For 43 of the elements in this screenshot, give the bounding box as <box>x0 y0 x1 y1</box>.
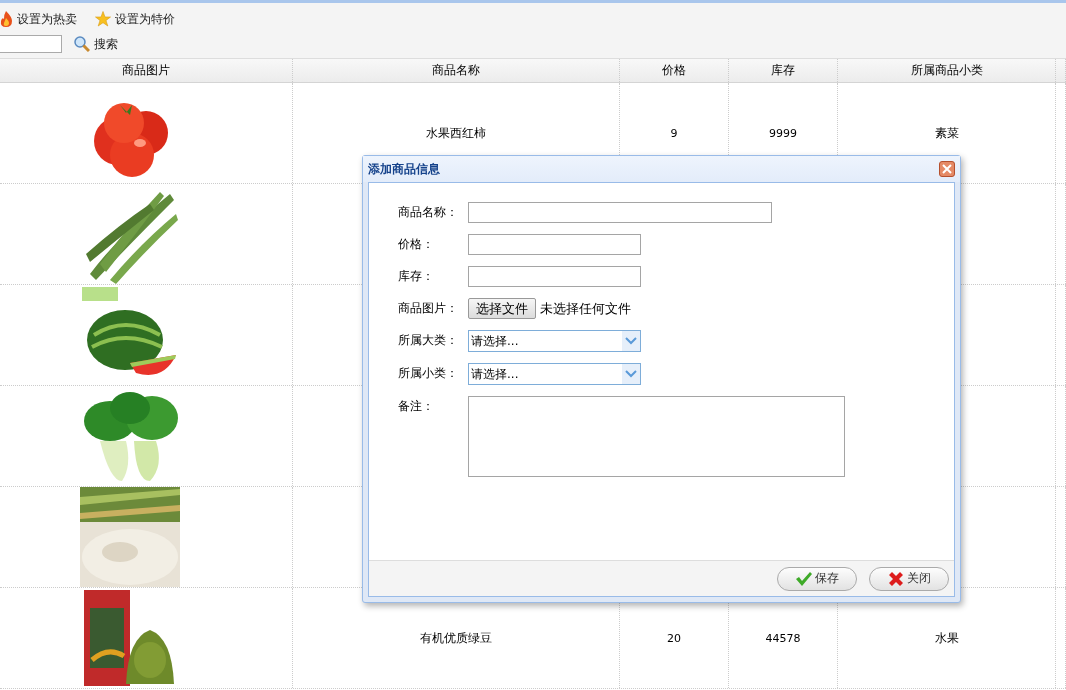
select-dropdown[interactable]: 请选择... <box>468 363 641 385</box>
column-header: 商品名称 <box>432 62 480 79</box>
field-label: 所属小类： <box>398 365 459 382</box>
star-icon <box>95 11 111 27</box>
save-button[interactable]: 保存 <box>777 566 857 591</box>
field-label: 价格： <box>398 236 435 253</box>
stock-value: 44578 <box>765 631 801 645</box>
select-dropdown[interactable]: 请选择... <box>468 330 641 352</box>
chevron-down-icon <box>625 370 637 378</box>
column-header: 所属商品小类 <box>910 62 983 79</box>
product-name: 有机优质绿豆 <box>420 629 492 647</box>
search-icon <box>74 36 90 52</box>
subcategory-value: 水果 <box>934 629 959 647</box>
subcategory-value: 素菜 <box>934 124 959 142</box>
product-name: 水果西红柿 <box>426 124 486 142</box>
toolbar-button[interactable]: 设置为热卖 <box>0 10 77 28</box>
toolbar-button[interactable]: 设置为特价 <box>95 10 175 28</box>
price-value: 9 <box>670 126 678 140</box>
column-header: 库存 <box>771 62 795 79</box>
close-icon[interactable] <box>939 161 955 177</box>
column-header: 商品图片 <box>122 62 170 79</box>
cross-icon <box>887 570 904 587</box>
field-label: 所属大类： <box>398 332 459 349</box>
close-button[interactable]: 关闭 <box>869 566 949 591</box>
search-button[interactable]: 搜索 <box>74 35 118 53</box>
field-label: 商品图片： <box>398 300 459 317</box>
chevron-down-icon <box>625 337 637 345</box>
checkmark-icon <box>795 571 812 586</box>
flame-icon <box>0 11 13 27</box>
field-label: 备注： <box>398 398 435 415</box>
name-input[interactable] <box>468 202 772 223</box>
field-label: 库存： <box>398 268 435 285</box>
dialog-title: 添加商品信息 <box>368 160 440 178</box>
choose-file-button[interactable]: 选择文件 <box>468 298 536 319</box>
search-field[interactable] <box>0 35 62 53</box>
column-header: 价格 <box>662 62 686 79</box>
text-input[interactable] <box>468 234 641 255</box>
field-label: 商品名称： <box>398 204 459 221</box>
stock-value: 9999 <box>769 126 797 140</box>
file-status: 未选择任何文件 <box>540 299 631 318</box>
price-value: 20 <box>667 631 681 645</box>
text-input[interactable] <box>468 266 641 287</box>
notes-textarea[interactable] <box>468 396 845 477</box>
